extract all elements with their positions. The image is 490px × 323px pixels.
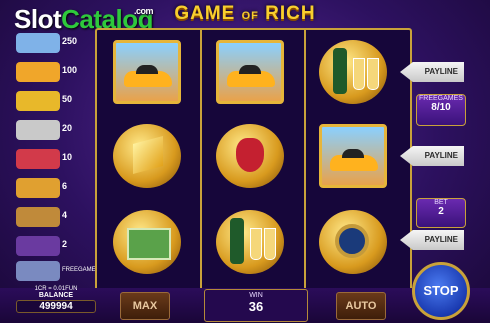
car-icon (319, 124, 387, 188)
reels-area (95, 28, 412, 292)
balance-label: BALANCE (38, 292, 74, 299)
paytable-value: 6 (62, 181, 68, 191)
watch-icon (16, 207, 60, 227)
champagne-icon (319, 40, 387, 104)
freegames-label: FREEGAMES (419, 95, 463, 102)
bet-value: 2 (438, 206, 444, 217)
scatter-icon (16, 261, 60, 281)
freegames-value: 8/10 (431, 102, 451, 113)
stop-button[interactable]: STOP (412, 262, 470, 320)
watch-icon (319, 210, 387, 274)
paytable-value: 10 (62, 152, 73, 162)
car-icon (216, 40, 284, 104)
auto-button[interactable]: AUTO (336, 292, 386, 320)
coins-icon (16, 120, 60, 140)
title-of: OF (241, 10, 259, 22)
payline-marker: PAYLINE (400, 146, 464, 166)
paytable-value: 2 (62, 239, 68, 249)
champagne-icon (16, 178, 60, 198)
paytable-row: 10 (6, 148, 94, 170)
paytable-row: FREEGAMES (6, 260, 100, 282)
money-bag-icon (216, 124, 284, 188)
ring-icon (16, 149, 60, 169)
paytable-row: 50 (6, 90, 94, 112)
paytable-row: 20 (6, 119, 94, 141)
paytable-row: 2 (6, 235, 94, 257)
paytable: 250 100 50 20 10 6 4 2 FREEGAMES (6, 32, 100, 284)
paytable-value: 50 (62, 94, 73, 104)
paytable-row: 100 (6, 61, 94, 83)
car-icon (113, 40, 181, 104)
paytable-row: 4 (6, 206, 94, 228)
paytable-row: 250 (6, 32, 94, 54)
win-value: 36 (248, 299, 264, 314)
balance-value: 499994 (16, 300, 96, 313)
gold-bars-icon (16, 91, 60, 111)
title-part1: GAME (174, 3, 242, 24)
win-display: WIN 36 (204, 289, 308, 322)
paytable-value: 20 (62, 123, 73, 133)
payline-marker: PAYLINE (400, 62, 464, 82)
bet-box[interactable]: BET 2 (416, 198, 466, 228)
game-title: GAME OF RICH (150, 3, 340, 25)
freegames-counter: FREEGAMES 8/10 (416, 94, 466, 126)
reel-divider (304, 30, 306, 290)
paytable-value: 4 (62, 210, 68, 220)
champagne-icon (216, 210, 284, 274)
title-part2: RICH (258, 3, 316, 24)
paytable-row: 6 (6, 177, 94, 199)
gold-bars-icon (113, 124, 181, 188)
wild-icon (16, 33, 60, 53)
cash-icon (16, 236, 60, 256)
win-label: WIN (249, 292, 263, 299)
balance-panel: 1CR = 0.01FUN BALANCE 499994 (16, 286, 96, 313)
car-icon (16, 62, 60, 82)
reel-divider (200, 30, 202, 290)
max-button[interactable]: MAX (120, 292, 170, 320)
bet-label: BET (434, 199, 448, 206)
watermark-slot: Slot (14, 4, 62, 34)
paytable-value: 250 (62, 36, 78, 46)
cash-icon (113, 210, 181, 274)
payline-marker: PAYLINE (400, 230, 464, 250)
paytable-value: 100 (62, 65, 78, 75)
